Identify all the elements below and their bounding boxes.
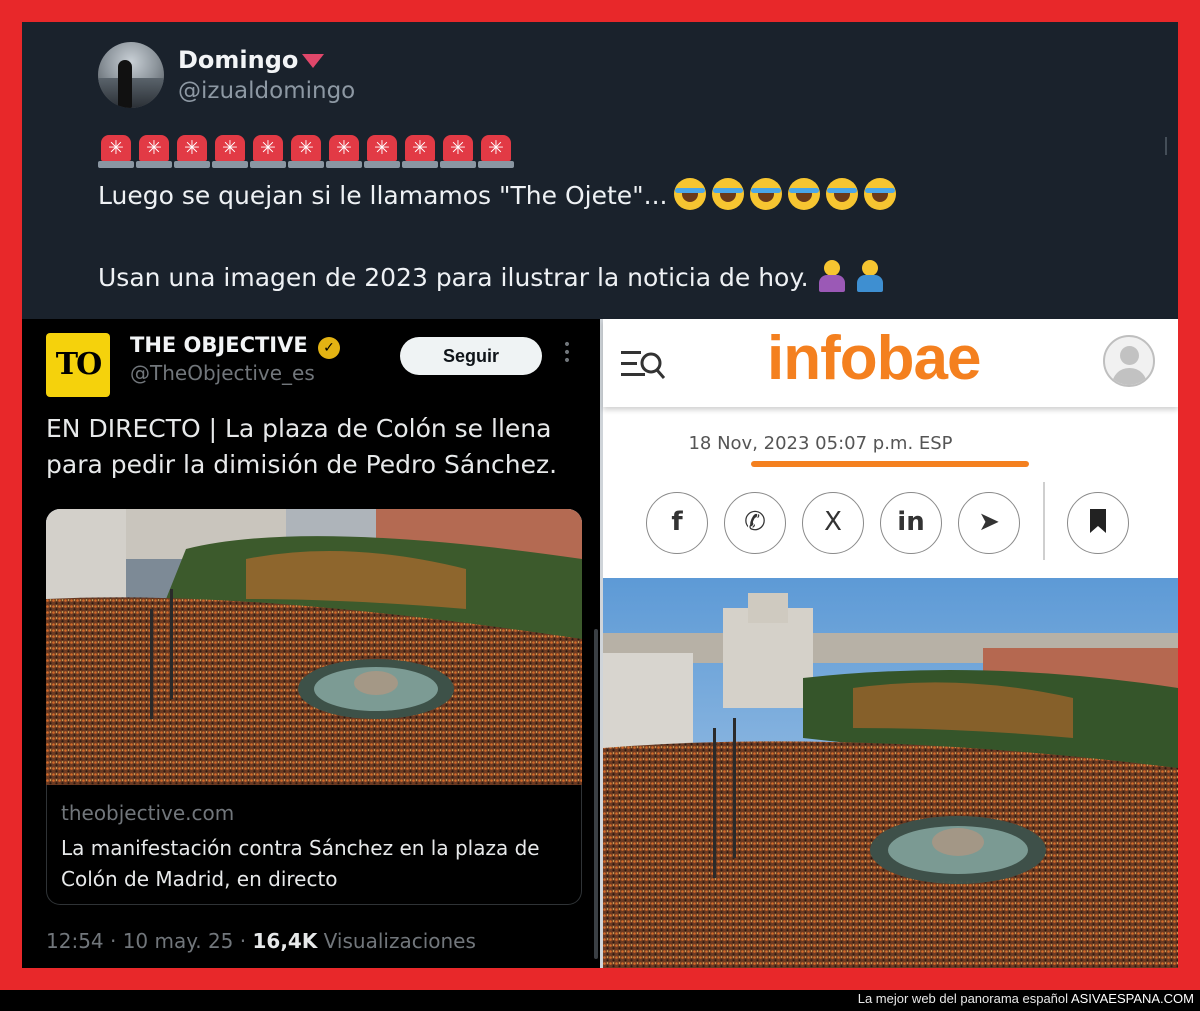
site-footer: La mejor web del panorama español ASIVAE… bbox=[0, 990, 1200, 1011]
plaza-colon-image-2023 bbox=[603, 578, 1178, 968]
avatar[interactable] bbox=[98, 42, 164, 108]
facebook-icon: f bbox=[671, 507, 683, 537]
infobae-logo[interactable]: infobae bbox=[767, 323, 981, 394]
tweet-card: Domingo @izualdomingo ✳ ✳ ✳ ✳ ✳ ✳ ✳ ✳ ✳ ✳ ✳ Luego … bbox=[22, 22, 1178, 968]
infobae-article-screenshot: infobae 18 Nov, 2023 05:07 p.m. ESP f ✆ … bbox=[603, 319, 1178, 968]
embedded-account-name[interactable]: THE OBJECTIVE bbox=[130, 333, 308, 357]
laughing-tears-icon bbox=[825, 178, 858, 210]
link-title[interactable]: La manifestación contra Sánchez en la pl… bbox=[61, 833, 561, 895]
tweet-timestamp[interactable]: 12:54 · 10 may. 25 · bbox=[46, 929, 252, 953]
link-preview-card[interactable]: theobjective.com La manifestación contra… bbox=[46, 785, 582, 905]
bookmark-icon bbox=[1090, 509, 1106, 533]
bookmark-button[interactable] bbox=[1067, 492, 1129, 554]
laughing-tears-icon bbox=[787, 178, 820, 210]
laughing-tears-icon bbox=[863, 178, 896, 210]
account-icon[interactable] bbox=[1103, 335, 1155, 387]
siren-icon: ✳ bbox=[288, 135, 324, 169]
tweet-text-quote: Luego se quejan si le llamamos "The Ojet… bbox=[98, 181, 668, 210]
x-icon: X bbox=[824, 507, 842, 537]
linkedin-icon: in bbox=[897, 507, 925, 537]
siren-icon: ✳ bbox=[326, 135, 362, 169]
verified-badge-icon: ✓ bbox=[318, 337, 340, 359]
left-scrollbar[interactable] bbox=[594, 629, 598, 959]
tweet-text-line-2: Usan una imagen de 2023 para ilustrar la… bbox=[98, 260, 885, 292]
siren-icon: ✳ bbox=[440, 135, 476, 169]
author-name[interactable]: Domingo bbox=[178, 46, 298, 74]
siren-icon: ✳ bbox=[136, 135, 172, 169]
tweet-text-line-1: Luego se quejan si le llamamos "The Ojet… bbox=[98, 178, 896, 210]
siren-icon: ✳ bbox=[402, 135, 438, 169]
embedded-tweet-screenshot: TO THE OBJECTIVE ✓ @TheObjective_es Segu… bbox=[22, 319, 600, 968]
tweet-text-body: Usan una imagen de 2023 para ilustrar la… bbox=[98, 263, 809, 292]
embedded-tweet-text: EN DIRECTO | La plaza de Colón se llena … bbox=[46, 414, 558, 479]
views-label: Visualizaciones bbox=[317, 929, 476, 953]
scrollbar[interactable] bbox=[1165, 137, 1167, 155]
telegram-share-button[interactable]: ➤ bbox=[958, 492, 1020, 554]
siren-icon: ✳ bbox=[98, 135, 134, 169]
link-domain[interactable]: theobjective.com bbox=[61, 801, 234, 825]
red-frame: Domingo @izualdomingo ✳ ✳ ✳ ✳ ✳ ✳ ✳ ✳ ✳ ✳ ✳ Luego … bbox=[0, 0, 1200, 990]
more-options-icon[interactable]: • • • bbox=[562, 338, 572, 368]
facebook-share-button[interactable]: f bbox=[646, 492, 708, 554]
infobae-header: infobae bbox=[603, 319, 1178, 407]
author-handle[interactable]: @izualdomingo bbox=[178, 78, 355, 104]
whatsapp-share-button[interactable]: ✆ bbox=[724, 492, 786, 554]
laughing-tears-icon bbox=[711, 178, 744, 210]
crowd-photo[interactable] bbox=[46, 509, 582, 785]
woman-shrugging-icon bbox=[817, 260, 847, 292]
siren-icon: ✳ bbox=[364, 135, 400, 169]
man-shrugging-icon bbox=[855, 260, 885, 292]
embedded-account-handle[interactable]: @TheObjective_es bbox=[130, 361, 315, 385]
plaza-colon-image bbox=[46, 509, 582, 785]
footer-tagline: La mejor web del panorama español bbox=[857, 991, 1071, 1006]
siren-emoji-row: ✳ ✳ ✳ ✳ ✳ ✳ ✳ ✳ ✳ ✳ ✳ bbox=[98, 135, 514, 169]
footer-text[interactable]: La mejor web del panorama español ASIVAE… bbox=[858, 991, 1194, 1006]
menu-search-icon[interactable] bbox=[621, 349, 665, 383]
siren-icon: ✳ bbox=[174, 135, 210, 169]
whatsapp-icon: ✆ bbox=[744, 507, 766, 537]
siren-icon: ✳ bbox=[250, 135, 286, 169]
crowd-photo-2023[interactable] bbox=[603, 578, 1178, 968]
date-highlight-underline bbox=[751, 461, 1029, 467]
telegram-icon: ➤ bbox=[978, 507, 1000, 537]
footer-brand[interactable]: ASIVAESPANA.COM bbox=[1071, 991, 1194, 1006]
laugh-emoji-group bbox=[668, 178, 896, 210]
x-share-button[interactable]: X bbox=[802, 492, 864, 554]
the-objective-logo[interactable]: TO bbox=[46, 333, 110, 397]
heart-badge-icon bbox=[302, 54, 324, 68]
siren-icon: ✳ bbox=[478, 135, 514, 169]
laughing-tears-icon bbox=[673, 178, 706, 210]
laughing-tears-icon bbox=[749, 178, 782, 210]
tweet-meta: 12:54 · 10 may. 25 · 16,4K Visualizacion… bbox=[46, 929, 476, 953]
views-count: 16,4K bbox=[252, 929, 318, 953]
siren-icon: ✳ bbox=[212, 135, 248, 169]
share-divider bbox=[1043, 482, 1045, 560]
article-date: 18 Nov, 2023 05:07 p.m. ESP bbox=[688, 433, 953, 454]
follow-button[interactable]: Seguir bbox=[400, 337, 542, 375]
linkedin-share-button[interactable]: in bbox=[880, 492, 942, 554]
